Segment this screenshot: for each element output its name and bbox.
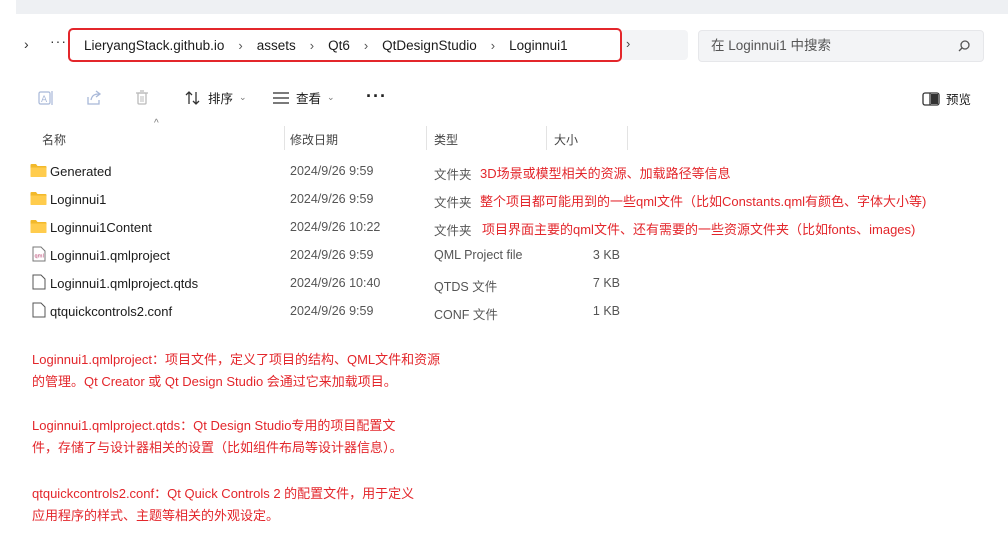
file-name: Loginnui1 [50, 192, 107, 207]
breadcrumb-separator-icon[interactable]: › [491, 38, 495, 53]
column-header-size[interactable]: 大小 [554, 124, 578, 152]
file-type: CONF 文件 [434, 308, 498, 322]
address-bar[interactable]: LieryangStack.github.io › assets › Qt6 ›… [68, 28, 622, 62]
file-size: 7 KB [592, 276, 620, 290]
column-header-modified-label: 修改日期 [290, 133, 339, 147]
file-type: 文件夹 [434, 196, 472, 210]
list-item-loginnui1[interactable]: Loginnui1 2024/9/26 9:59 文件夹 整个项目都可能用到的一… [26, 185, 966, 213]
more-locations-icon[interactable]: ··· [50, 33, 67, 49]
list-item-generated[interactable]: Generated 2024/9/26 9:59 文件夹 3D场景或模型相关的资… [26, 157, 966, 185]
breadcrumb-separator-icon[interactable]: › [238, 38, 242, 53]
view-list-icon [273, 91, 289, 104]
file-modified: 2024/9/26 10:22 [290, 220, 381, 234]
file-size: 3 KB [592, 248, 620, 262]
delete-icon[interactable] [132, 88, 152, 108]
file-size: 1 KB [592, 304, 620, 318]
file-modified: 2024/9/26 9:59 [290, 192, 374, 206]
command-bar: A 排序 ⌄ 查看 ⌄ ··· 预览 [0, 80, 1008, 118]
note-qmlproject-qtds: Loginnui1.qmlproject.qtds：Qt Design Stud… [32, 415, 403, 459]
column-divider[interactable] [284, 126, 285, 150]
note-line: 应用程序的样式、主题等相关的外观设定。 [32, 508, 280, 523]
preview-label: 预览 [946, 93, 972, 107]
breadcrumb-loginnui1[interactable]: Loginnui1 [509, 38, 568, 53]
note-line: 件，存储了与设计器相关的设置（比如组件布局等设计器信息）。 [32, 440, 403, 455]
breadcrumb-separator-icon[interactable]: › [310, 38, 314, 53]
sort-button[interactable]: 排序 ⌄ [184, 88, 247, 107]
address-bar-empty-area[interactable] [622, 30, 688, 60]
file-name: Loginnui1.qmlproject [50, 248, 170, 263]
folder-icon [30, 164, 47, 177]
file-modified: 2024/9/26 9:59 [290, 248, 374, 262]
breadcrumb-separator-icon[interactable]: › [364, 38, 368, 53]
navigation-bar: › ··· LieryangStack.github.io › assets ›… [0, 22, 1008, 70]
column-divider[interactable] [426, 126, 427, 150]
list-item-loginnui1content[interactable]: Loginnui1Content 2024/9/26 10:22 文件夹 项目界… [26, 213, 966, 241]
note-line: qtquickcontrols2.conf：Qt Quick Controls … [32, 486, 415, 501]
chevron-down-icon: ⌄ [239, 92, 247, 102]
preview-pane-button[interactable]: 预览 [922, 89, 971, 108]
note-qmlproject: Loginnui1.qmlproject：项目文件，定义了项目的结构、QML文件… [32, 349, 440, 393]
note-line: Loginnui1.qmlproject.qtds：Qt Design Stud… [32, 418, 396, 433]
view-button[interactable]: 查看 ⌄ [272, 88, 335, 107]
column-header-size-label: 大小 [554, 133, 579, 147]
file-type: 文件夹 [434, 224, 472, 238]
search-icon[interactable] [957, 39, 971, 53]
breadcrumb-assets[interactable]: assets [257, 38, 296, 53]
column-header-type[interactable]: 类型 [434, 124, 458, 152]
breadcrumb-lieryangstack[interactable]: LieryangStack.github.io [84, 38, 224, 53]
column-header-type-label: 类型 [434, 133, 459, 147]
window-top-strip [16, 0, 1008, 14]
file-type: 文件夹 [434, 168, 472, 182]
file-name: Loginnui1.qmlproject.qtds [50, 276, 199, 291]
note-line: Loginnui1.qmlproject：项目文件，定义了项目的结构、QML文件… [32, 352, 441, 367]
search-box[interactable] [698, 30, 984, 62]
rename-icon[interactable]: A [36, 88, 56, 108]
file-name: Loginnui1Content [50, 220, 152, 235]
annotation-note: 整个项目都可能用到的一些qml文件（比如Constants.qml有颜色、字体大… [480, 194, 927, 209]
breadcrumb-qt6[interactable]: Qt6 [328, 38, 350, 53]
svg-text:qml: qml [35, 254, 44, 260]
annotation-note: 3D场景或模型相关的资源、加载路径等信息 [480, 166, 731, 181]
file-type: QTDS 文件 [434, 280, 498, 294]
file-modified: 2024/9/26 9:59 [290, 304, 374, 318]
folder-icon [30, 192, 47, 205]
note-qtquickcontrols2-conf: qtquickcontrols2.conf：Qt Quick Controls … [32, 483, 414, 527]
file-icon [32, 302, 46, 318]
breadcrumb-qtdesignstudio[interactable]: QtDesignStudio [382, 38, 477, 53]
column-header-name-label: 名称 [42, 133, 67, 147]
file-icon [32, 274, 46, 290]
view-label: 查看 [296, 92, 322, 106]
column-divider[interactable] [627, 126, 628, 150]
file-modified: 2024/9/26 9:59 [290, 164, 374, 178]
preview-pane-icon [922, 91, 940, 106]
file-type: QML Project file [434, 248, 523, 262]
annotation-note: 项目界面主要的qml文件、还有需要的一些资源文件夹（比如fonts、images… [482, 222, 916, 237]
note-line: 的管理。Qt Creator 或 Qt Design Studio 会通过它来加… [32, 374, 397, 389]
sort-icon [185, 90, 200, 105]
sort-ascending-icon: ^ [154, 118, 159, 129]
sort-label: 排序 [208, 92, 234, 106]
column-divider[interactable] [546, 126, 547, 150]
column-header-name[interactable]: 名称 [42, 124, 66, 152]
list-item-qmlproject[interactable]: qml Loginnui1.qmlproject 2024/9/26 9:59 … [26, 241, 966, 269]
search-input[interactable] [711, 38, 941, 53]
list-item-qmlproject-qtds[interactable]: Loginnui1.qmlproject.qtds 2024/9/26 10:4… [26, 269, 966, 297]
file-name: Generated [50, 164, 112, 179]
file-modified: 2024/9/26 10:40 [290, 276, 381, 290]
share-icon[interactable] [84, 88, 104, 108]
file-name: qtquickcontrols2.conf [50, 304, 173, 319]
svg-text:A: A [41, 95, 48, 105]
chevron-right-icon[interactable]: › [626, 36, 630, 51]
qml-file-icon: qml [32, 246, 46, 262]
folder-icon [30, 220, 47, 233]
chevron-down-icon: ⌄ [327, 92, 335, 102]
column-header-modified[interactable]: 修改日期 [290, 124, 338, 152]
expand-chevron-icon[interactable]: › [24, 36, 29, 52]
more-options-icon[interactable]: ··· [366, 86, 387, 107]
list-item-qtquickcontrols2-conf[interactable]: qtquickcontrols2.conf 2024/9/26 9:59 CON… [26, 297, 966, 325]
